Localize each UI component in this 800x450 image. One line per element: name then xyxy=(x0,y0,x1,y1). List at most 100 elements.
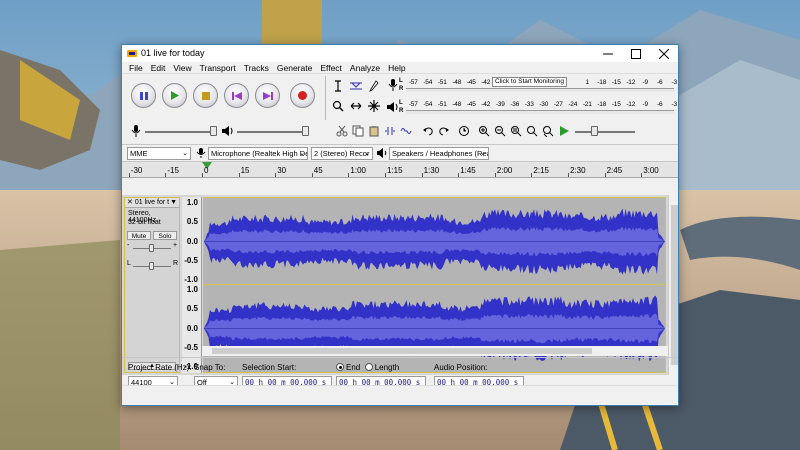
meter-scale-label: -39 xyxy=(495,101,505,108)
selection-tool[interactable] xyxy=(330,78,346,94)
recording-device-select[interactable]: Microphone (Realtek High Defi ⌄ xyxy=(208,147,308,160)
track-close-icon[interactable]: ✕ xyxy=(127,199,133,206)
play-button[interactable] xyxy=(162,83,187,108)
mute-button[interactable]: Mute xyxy=(127,231,151,240)
start-monitoring-button[interactable]: Click to Start Monitoring xyxy=(492,77,567,87)
menu-edit[interactable]: Edit xyxy=(147,62,170,73)
copy-button[interactable] xyxy=(351,124,365,138)
timeline-tick-label: 1:30 xyxy=(423,166,440,175)
track-menu-arrow-icon[interactable]: ▼ xyxy=(170,198,177,208)
silence-button[interactable] xyxy=(399,124,413,138)
menu-transport[interactable]: Transport xyxy=(196,62,240,73)
selection-toolbar: Project Rate (Hz): 44100 ⌄ Snap To: Off ⌄ … xyxy=(122,357,678,393)
pan-right-label: R xyxy=(173,260,179,267)
status-bar xyxy=(122,385,678,393)
menu-analyze[interactable]: Analyze xyxy=(346,62,384,73)
end-radio[interactable] xyxy=(336,363,344,371)
skip-start-button[interactable] xyxy=(224,83,249,108)
minimize-icon xyxy=(603,53,613,54)
playback-volume-slider[interactable] xyxy=(237,131,305,133)
play-speed-slider[interactable] xyxy=(575,131,635,133)
record-button[interactable] xyxy=(290,83,315,108)
pause-icon xyxy=(139,91,148,100)
pan-thumb[interactable] xyxy=(149,262,154,270)
zoom-toggle-button[interactable] xyxy=(541,124,555,138)
meter-scale-label: -24 xyxy=(568,101,578,108)
fit-project-button[interactable] xyxy=(525,124,539,138)
undo-button[interactable] xyxy=(421,124,435,138)
title-bar[interactable]: 01 live for today xyxy=(122,45,678,62)
gain-plus-label: + xyxy=(173,242,178,249)
timeline-ruler[interactable]: -30 -15 0 15 30 45 1:00 1:15 1:30 1:45 2:00 2:15 2:3… xyxy=(122,162,678,178)
menu-tracks[interactable]: Tracks xyxy=(240,62,273,73)
solo-button[interactable]: Solo xyxy=(153,231,177,240)
pencil-icon xyxy=(369,80,379,92)
menu-file[interactable]: File xyxy=(125,62,147,73)
playback-volume-thumb[interactable] xyxy=(302,126,309,136)
vertical-scroll-thumb[interactable] xyxy=(671,205,678,365)
meter-scale-label: 1 xyxy=(585,79,590,86)
audio-host-select[interactable]: MME ⌄ xyxy=(127,147,191,160)
paste-button[interactable] xyxy=(367,124,381,138)
play-at-speed-button[interactable] xyxy=(557,124,571,138)
vertical-amplitude-ruler: 1.0 0.5 0.0 -0.5 -1.0 1.0 0.5 0.0 -0.5 -1.0 xyxy=(182,197,202,373)
fit-selection-button[interactable] xyxy=(509,124,523,138)
amplitude-label: 0.0 xyxy=(186,236,198,246)
close-button[interactable] xyxy=(650,45,678,62)
zoom-tool[interactable] xyxy=(330,98,346,114)
amplitude-label: -0.5 xyxy=(184,255,198,265)
amplitude-label: 0.5 xyxy=(186,217,198,227)
zoom-in-button[interactable] xyxy=(477,124,491,138)
recording-device-value: Microphone (Realtek High Defi xyxy=(211,149,308,158)
multi-tool[interactable] xyxy=(366,98,382,114)
horizontal-scroll-thumb[interactable] xyxy=(212,348,592,354)
maximize-button[interactable] xyxy=(622,45,650,62)
meter-scale-label: -9 xyxy=(642,79,649,86)
recording-volume-thumb[interactable] xyxy=(210,126,217,136)
menu-effect[interactable]: Effect xyxy=(316,62,346,73)
cut-button[interactable] xyxy=(335,124,349,138)
track-name[interactable]: 01 live for t xyxy=(135,199,169,206)
length-radio[interactable] xyxy=(364,363,373,371)
meter-scale-label: -18 xyxy=(597,79,607,86)
fit-selection-icon xyxy=(511,126,522,137)
recording-volume-slider[interactable] xyxy=(145,131,213,133)
playback-device-select[interactable]: Speakers / Headphones (Realtek⌄ xyxy=(389,147,489,160)
sync-lock-button[interactable] xyxy=(457,124,471,138)
fit-project-icon xyxy=(527,126,538,137)
audacity-app-icon xyxy=(127,50,137,57)
vertical-scrollbar[interactable] xyxy=(668,195,678,375)
time-shift-tool[interactable] xyxy=(348,98,364,114)
stop-button[interactable] xyxy=(193,83,218,108)
timeline-tick-mark xyxy=(604,173,606,177)
undo-icon xyxy=(423,127,433,136)
amplitude-label: 0.5 xyxy=(186,304,198,314)
menu-generate[interactable]: Generate xyxy=(273,62,316,73)
meter-toolbar: L R -57 -54 -51 -48 -45 -42 -3 1 -18 -15 -12 -9 -6 -3… xyxy=(384,76,678,120)
redo-button[interactable] xyxy=(437,124,451,138)
playback-meter[interactable]: L R -57 -54 -51 -48 -45 -42 -39 -36 -33 -30 -27 -24… xyxy=(384,98,678,118)
draw-tool[interactable] xyxy=(366,78,382,94)
close-icon xyxy=(659,48,669,59)
timeline-tick-mark xyxy=(385,173,386,177)
record-meter[interactable]: L R -57-54-51-48-45-42-31-18-15-12-9-6-3… xyxy=(384,76,678,96)
timeline-tick-mark xyxy=(458,173,460,177)
timeline-tick-label: 30 xyxy=(277,166,287,175)
end-radio-group[interactable]: End Length xyxy=(336,363,399,372)
timeline-tick-mark xyxy=(641,173,643,177)
meter-scale-label: -36 xyxy=(510,101,520,108)
skip-end-button[interactable] xyxy=(255,83,280,108)
pause-button[interactable] xyxy=(131,83,156,108)
horizontal-scrollbar[interactable] xyxy=(202,346,668,356)
play-speed-thumb[interactable] xyxy=(591,126,598,136)
menu-help[interactable]: Help xyxy=(384,62,409,73)
zoom-out-button[interactable] xyxy=(493,124,507,138)
timeline-tick-label: -15 xyxy=(167,166,179,175)
track-header[interactable]: ✕ 01 live for t ▼ xyxy=(125,198,179,208)
trim-button[interactable] xyxy=(383,124,397,138)
minimize-button[interactable] xyxy=(594,45,622,62)
menu-view[interactable]: View xyxy=(169,62,195,73)
recording-channels-select[interactable]: 2 (Stereo) Recor ⌄ xyxy=(311,147,373,160)
envelope-tool[interactable] xyxy=(348,78,364,94)
gain-thumb[interactable] xyxy=(149,244,154,252)
